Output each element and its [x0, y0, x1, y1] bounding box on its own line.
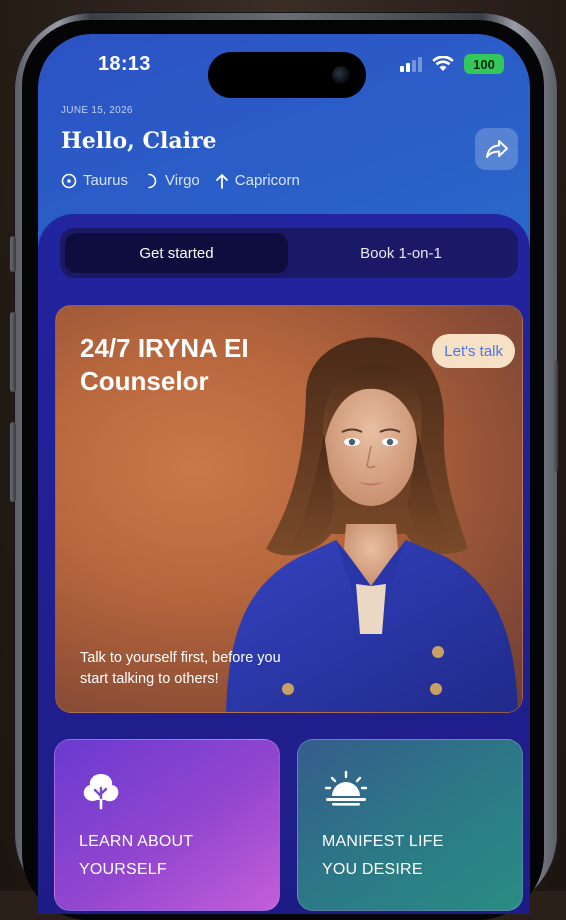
moon-sign-icon: [148, 173, 157, 188]
dynamic-island: [208, 52, 366, 98]
tab-get-started[interactable]: Get started: [65, 233, 288, 273]
manifest-card-line-1: MANIFEST LIFE: [322, 833, 444, 850]
hero-title-line-2: Counselor: [80, 366, 209, 396]
rising-sign-icon: [215, 173, 228, 189]
learn-card-line-2: YOURSELF: [79, 861, 167, 878]
hero-caption: Talk to yourself first, before you start…: [80, 648, 330, 690]
status-icons: 100: [400, 54, 504, 74]
hero-title: 24/7 IRYNA EI Counselor: [80, 332, 249, 398]
date-label: JUNE 15, 2026: [61, 105, 133, 116]
volume-up-button: [10, 312, 16, 392]
zodiac-signs: Taurus Virgo Capricorn: [61, 172, 315, 189]
segmented-tabs: Get started Book 1-on-1: [60, 228, 518, 278]
counselor-hero-card[interactable]: 24/7 IRYNA EI Counselor Let's talk Talk …: [55, 305, 523, 713]
wifi-icon: [432, 56, 454, 71]
hero-title-line-1: 24/7 IRYNA EI: [80, 333, 249, 363]
share-arrow-icon: [485, 140, 508, 158]
moon-sign-label: Virgo: [165, 172, 200, 189]
battery-icon: 100: [464, 54, 504, 74]
tree-icon: [83, 774, 119, 810]
cellular-signal-icon: [400, 56, 422, 72]
hero-caption-line-1: Talk to yourself first, before you: [80, 650, 281, 666]
action-button: [10, 236, 16, 272]
sun-sign-label: Taurus: [83, 172, 129, 189]
rising-sign: Capricorn: [215, 172, 300, 189]
greeting-title: Hello, Claire: [61, 128, 217, 154]
lets-talk-button[interactable]: Let's talk: [432, 334, 515, 368]
status-time: 18:13: [98, 53, 151, 75]
rising-sign-label: Capricorn: [234, 172, 300, 189]
sun-sign: Taurus: [61, 172, 128, 189]
learn-card-line-1: LEARN ABOUT: [79, 833, 194, 850]
tab-book-1-on-1[interactable]: Book 1-on-1: [288, 233, 514, 273]
sunrise-icon: [324, 770, 368, 806]
sun-sign-icon: [61, 173, 77, 188]
learn-card-label: LEARN ABOUT YOURSELF: [79, 828, 193, 884]
front-camera-icon: [332, 66, 350, 84]
power-button: [552, 360, 558, 472]
share-button[interactable]: [475, 128, 518, 170]
moon-sign: Virgo: [143, 172, 200, 189]
manifest-card-line-2: YOU DESIRE: [322, 861, 423, 878]
learn-about-yourself-card[interactable]: LEARN ABOUT YOURSELF: [54, 739, 280, 911]
manifest-life-card[interactable]: MANIFEST LIFE YOU DESIRE: [297, 739, 523, 911]
manifest-card-label: MANIFEST LIFE YOU DESIRE: [322, 828, 443, 884]
volume-down-button: [10, 422, 16, 502]
hero-caption-line-2: start talking to others!: [80, 671, 219, 687]
